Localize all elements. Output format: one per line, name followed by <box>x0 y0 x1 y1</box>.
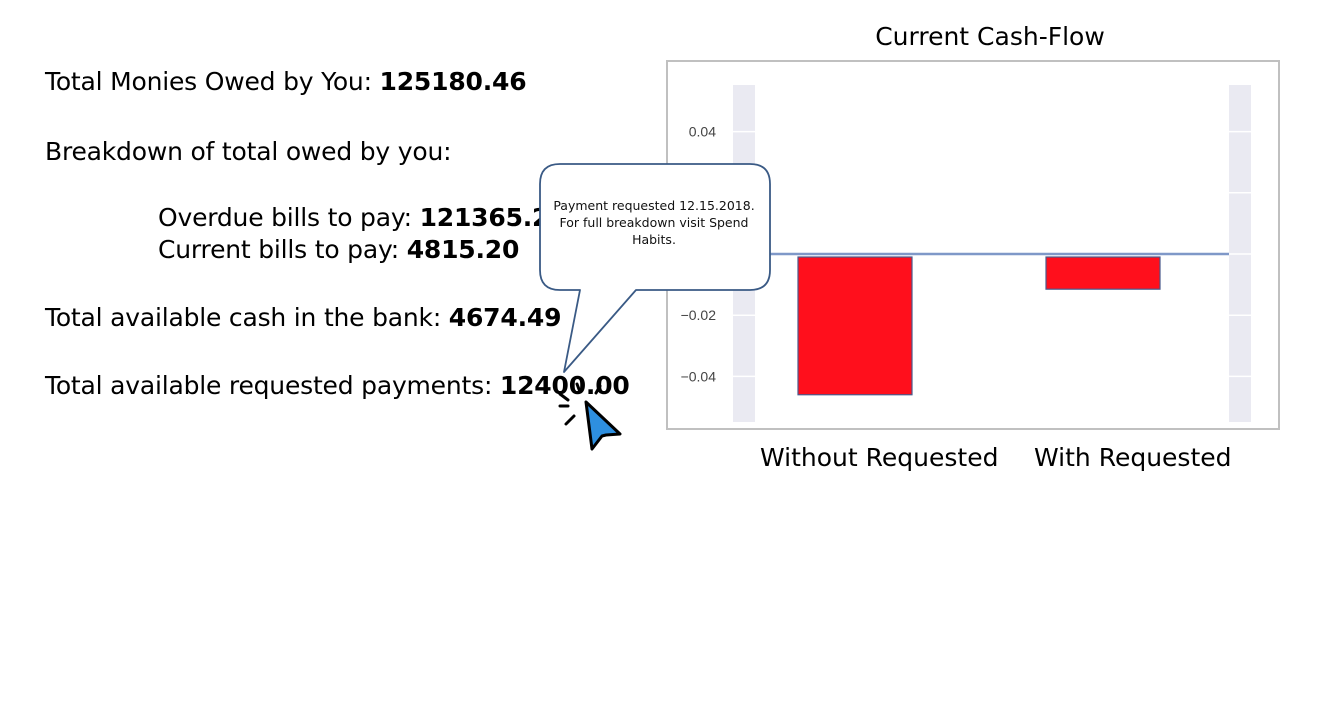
current-bills-value: 4815.20 <box>406 235 520 264</box>
x-category-label-without-requested: Without Requested <box>760 443 999 472</box>
tooltip-bubble-shape <box>539 163 771 373</box>
x-category-label-with-requested: With Requested <box>1034 443 1232 472</box>
requested-payments-label: Total available requested payments: <box>45 371 500 400</box>
bar-1 <box>1045 256 1161 290</box>
tooltip-text: Payment requested 12.15.2018. For full b… <box>553 198 755 247</box>
current-bills-line: Current bills to pay: 4815.20 <box>158 235 519 264</box>
bar-0 <box>797 256 913 396</box>
pointer-arrow-icon <box>558 382 622 451</box>
available-cash-label: Total available cash in the bank: <box>45 303 449 332</box>
available-cash-line: Total available cash in the bank: 4674.4… <box>45 303 561 332</box>
total-owed-value: 125180.46 <box>379 67 527 96</box>
current-bills-label: Current bills to pay: <box>158 235 407 264</box>
chart-title: Current Cash-Flow <box>875 22 1105 51</box>
overdue-bills-line: Overdue bills to pay: 121365.26 <box>158 203 567 232</box>
arrow-shape <box>584 400 622 451</box>
overdue-bills-label: Overdue bills to pay: <box>158 203 420 232</box>
tooltip-callout <box>539 163 771 373</box>
total-owed-label: Total Monies Owed by You: <box>45 67 380 96</box>
total-owed-line: Total Monies Owed by You: 125180.46 <box>45 67 527 96</box>
y-tick-label: 0.04 <box>689 124 716 140</box>
breakdown-heading: Breakdown of total owed by you: <box>45 137 452 166</box>
